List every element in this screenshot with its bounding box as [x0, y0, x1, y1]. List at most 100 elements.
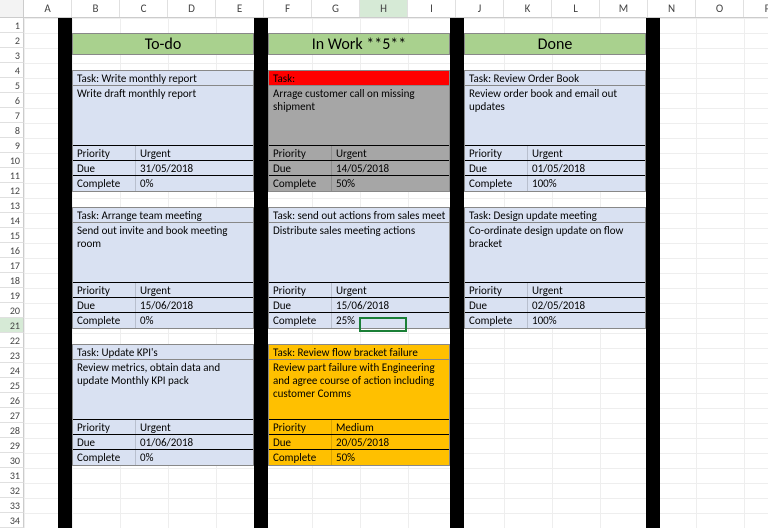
card-row-complete[interactable]: Complete0% — [73, 176, 253, 191]
card-title[interactable]: Task: — [269, 71, 449, 86]
card-title[interactable]: Task: Review flow bracket failure — [269, 345, 449, 360]
card-title[interactable]: Task: Arrange team meeting — [73, 208, 253, 223]
col-head-O[interactable]: O — [696, 0, 744, 17]
card-row-value[interactable]: 01/06/2018 — [135, 435, 253, 449]
card-desc[interactable]: Write draft monthly report — [73, 86, 253, 146]
row-head-14[interactable]: 14 — [0, 213, 24, 228]
card-row-priority[interactable]: PriorityUrgent — [73, 146, 253, 161]
col-head-D[interactable]: D — [168, 0, 216, 17]
row-head-23[interactable]: 23 — [0, 348, 24, 363]
card-desc[interactable]: Review order book and email out updates — [465, 86, 645, 146]
card[interactable]: Task: Design update meetingCo-ordinate d… — [464, 207, 646, 329]
card-row-value[interactable]: Urgent — [527, 283, 645, 297]
row-head-8[interactable]: 8 — [0, 123, 24, 138]
card[interactable]: Task: Review Order BookReview order book… — [464, 70, 646, 192]
grid[interactable]: .sep{display:none} To-do Task: Write mon… — [24, 18, 768, 528]
row-head-28[interactable]: 28 — [0, 423, 24, 438]
row-head-7[interactable]: 7 — [0, 108, 24, 123]
card[interactable]: Task: Review flow bracket failureReview … — [268, 344, 450, 466]
row-head-19[interactable]: 19 — [0, 288, 24, 303]
col-head-H[interactable]: H — [360, 0, 408, 17]
card-row-value[interactable]: Urgent — [135, 146, 253, 160]
row-head-15[interactable]: 15 — [0, 228, 24, 243]
card-row-due[interactable]: Due01/06/2018 — [73, 435, 253, 450]
row-head-21[interactable]: 21 — [0, 318, 24, 333]
card-row-value[interactable]: 15/06/2018 — [135, 298, 253, 312]
col-head-B[interactable]: B — [72, 0, 120, 17]
row-head-3[interactable]: 3 — [0, 48, 24, 63]
col-head-N[interactable]: N — [648, 0, 696, 17]
card-row-due[interactable]: Due15/06/2018 — [269, 298, 449, 313]
card-row-priority[interactable]: PriorityUrgent — [73, 283, 253, 298]
card[interactable]: Task: Write monthly reportWrite draft mo… — [72, 70, 254, 192]
card-row-value[interactable]: 50% — [331, 450, 449, 465]
card-row-due[interactable]: Due15/06/2018 — [73, 298, 253, 313]
card-desc[interactable]: Review part failure with Engineering and… — [269, 360, 449, 420]
column-header-inwork[interactable]: In Work **5** — [268, 33, 450, 55]
row-head-20[interactable]: 20 — [0, 303, 24, 318]
card-row-complete[interactable]: Complete0% — [73, 450, 253, 465]
card-row-value[interactable]: 0% — [135, 450, 253, 465]
col-head-C[interactable]: C — [120, 0, 168, 17]
row-head-31[interactable]: 31 — [0, 468, 24, 483]
card-row-due[interactable]: Due31/05/2018 — [73, 161, 253, 176]
card-title[interactable]: Task: Design update meeting — [465, 208, 645, 223]
col-head-M[interactable]: M — [600, 0, 648, 17]
card-row-value[interactable]: 31/05/2018 — [135, 161, 253, 175]
card-row-complete[interactable]: Complete0% — [73, 313, 253, 328]
card-row-value[interactable]: Urgent — [331, 146, 449, 160]
card-row-complete[interactable]: Complete100% — [465, 313, 645, 328]
card-row-value[interactable]: 100% — [527, 313, 645, 328]
card-title[interactable]: Task: Write monthly report — [73, 71, 253, 86]
row-head-12[interactable]: 12 — [0, 183, 24, 198]
card-row-value[interactable]: Urgent — [527, 146, 645, 160]
card-row-value[interactable]: 0% — [135, 313, 253, 328]
card-row-due[interactable]: Due14/05/2018 — [269, 161, 449, 176]
card-row-value[interactable]: Medium — [331, 420, 449, 434]
col-head-J[interactable]: J — [456, 0, 504, 17]
row-head-17[interactable]: 17 — [0, 258, 24, 273]
card-row-value[interactable]: 100% — [527, 176, 645, 191]
card-row-value[interactable]: 15/06/2018 — [331, 298, 449, 312]
card-row-priority[interactable]: PriorityMedium — [269, 420, 449, 435]
card[interactable]: Task: Arrange team meetingSend out invit… — [72, 207, 254, 329]
row-head-32[interactable]: 32 — [0, 483, 24, 498]
col-head-I[interactable]: I — [408, 0, 456, 17]
card-row-due[interactable]: Due01/05/2018 — [465, 161, 645, 176]
card-desc[interactable]: Send out invite and book meeting room — [73, 223, 253, 283]
card-row-value[interactable]: 01/05/2018 — [527, 161, 645, 175]
card-title[interactable]: Task: send out actions from sales meet — [269, 208, 449, 223]
row-head-16[interactable]: 16 — [0, 243, 24, 258]
card-row-value[interactable]: 20/05/2018 — [331, 435, 449, 449]
card-desc[interactable]: Distribute sales meeting actions — [269, 223, 449, 283]
card-row-complete[interactable]: Complete50% — [269, 450, 449, 465]
card-row-due[interactable]: Due02/05/2018 — [465, 298, 645, 313]
card-row-priority[interactable]: PriorityUrgent — [465, 146, 645, 161]
row-head-22[interactable]: 22 — [0, 333, 24, 348]
col-head-L[interactable]: L — [552, 0, 600, 17]
card-title[interactable]: Task: Review Order Book — [465, 71, 645, 86]
card-row-value[interactable]: Urgent — [331, 283, 449, 297]
col-head-G[interactable]: G — [312, 0, 360, 17]
row-head-25[interactable]: 25 — [0, 378, 24, 393]
card-row-value[interactable]: 25% — [331, 313, 449, 328]
row-head-24[interactable]: 24 — [0, 363, 24, 378]
row-head-2[interactable]: 2 — [0, 33, 24, 48]
row-head-34[interactable]: 34 — [0, 513, 24, 528]
col-head-P[interactable]: P — [744, 0, 768, 17]
col-head-F[interactable]: F — [264, 0, 312, 17]
column-header-todo[interactable]: To-do — [72, 33, 254, 55]
card-row-due[interactable]: Due20/05/2018 — [269, 435, 449, 450]
row-head-6[interactable]: 6 — [0, 93, 24, 108]
column-header-done[interactable]: Done — [464, 33, 646, 55]
card-row-value[interactable]: 14/05/2018 — [331, 161, 449, 175]
row-head-5[interactable]: 5 — [0, 78, 24, 93]
card-row-value[interactable]: Urgent — [135, 420, 253, 434]
card[interactable]: Task: Update KPI'sReview metrics, obtain… — [72, 344, 254, 466]
card[interactable]: Task:Arrage customer call on missing shi… — [268, 70, 450, 192]
card-desc[interactable]: Review metrics, obtain data and update M… — [73, 360, 253, 420]
card-row-complete[interactable]: Complete50% — [269, 176, 449, 191]
row-head-29[interactable]: 29 — [0, 438, 24, 453]
col-head-A[interactable]: A — [24, 0, 72, 17]
card-row-priority[interactable]: PriorityUrgent — [269, 146, 449, 161]
